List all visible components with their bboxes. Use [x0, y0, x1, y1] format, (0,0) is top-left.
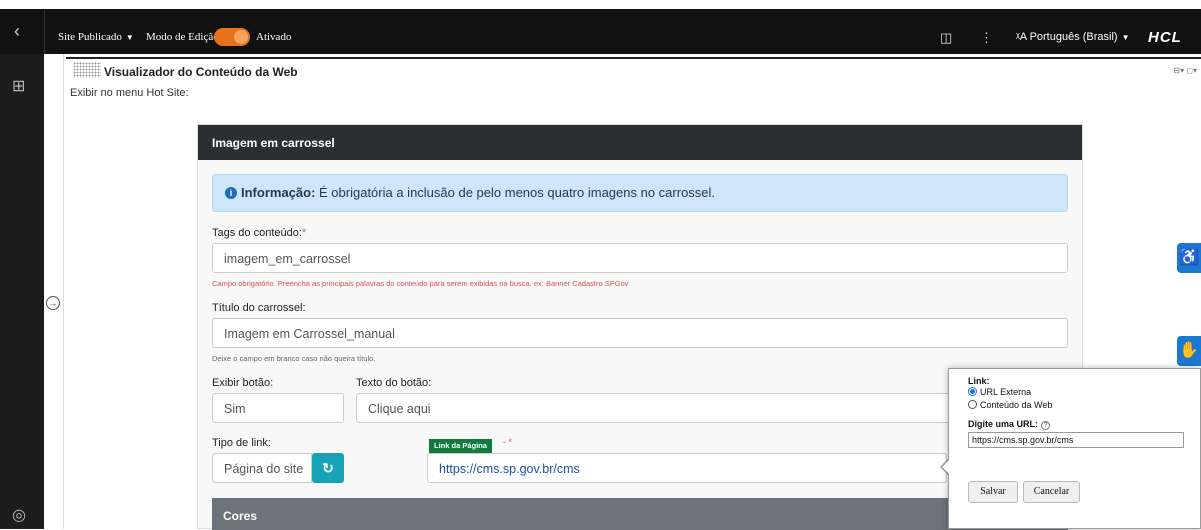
- translate-icon: ᵡA: [1016, 31, 1030, 43]
- button-text-label: Texto do botão:: [356, 377, 432, 389]
- portlet-title: Visualizador do Conteúdo da Web: [104, 65, 298, 79]
- url-input[interactable]: https://cms.sp.gov.br/cms: [968, 432, 1184, 448]
- carousel-title-input[interactable]: Imagem em Carrossel_manual: [212, 318, 1068, 348]
- radio-web-content-label: Conteúdo da Web: [980, 400, 1053, 410]
- required-mark: *: [301, 227, 307, 239]
- top-strip: [0, 0, 1201, 9]
- help-icon[interactable]: ?: [1041, 421, 1051, 430]
- tags-label: Tags do conteúdo:*: [212, 227, 306, 239]
- radio-external-url[interactable]: URL Externa: [968, 387, 1031, 397]
- expand-arrow-icon[interactable]: →: [46, 296, 60, 310]
- radio-external-url-label: URL Externa: [980, 387, 1032, 397]
- site-published-dropdown[interactable]: Site Publicado ▼: [58, 31, 134, 43]
- more-vertical-icon[interactable]: ⋮: [980, 30, 993, 46]
- tags-label-text: Tags do conteúdo:: [212, 227, 302, 239]
- page-link-tag: Link da Página: [429, 439, 492, 453]
- url-label: Digite uma URL:?: [968, 419, 1051, 430]
- chevron-down-icon: ▼: [1121, 33, 1130, 42]
- edit-mode-state: Ativado: [256, 31, 292, 43]
- portlet-controls[interactable]: ⊟▾ ◻▾: [1173, 66, 1197, 75]
- add-page-icon[interactable]: ⊞: [12, 76, 25, 96]
- hot-site-label: Exibir no menu Hot Site:: [70, 87, 189, 99]
- sign-language-icon[interactable]: ✋: [1177, 336, 1201, 366]
- toolbar-divider: [44, 9, 45, 54]
- cancel-button[interactable]: Cancelar: [1023, 481, 1080, 503]
- popup-pointer-inner: [942, 460, 949, 474]
- chevron-down-icon: ▼: [125, 33, 134, 42]
- edit-mode-label: Modo de Edição:: [146, 31, 222, 43]
- tags-input[interactable]: imagem_em_carrossel: [212, 243, 1068, 273]
- carousel-title-label: Título do carrossel:: [212, 302, 306, 314]
- colors-section-header[interactable]: Cores: [212, 498, 1068, 530]
- radio-web-content[interactable]: Conteúdo da Web: [968, 400, 1052, 410]
- radio-unselected-icon: [968, 400, 977, 409]
- edit-mode-toggle[interactable]: [214, 28, 250, 46]
- carousel-title-hint: Deixe o campo em branco caso não queira …: [212, 354, 376, 363]
- left-rail: ⊞ ◎: [0, 54, 44, 529]
- show-button-input[interactable]: Sim: [212, 393, 344, 423]
- page-link-input[interactable]: https://cms.sp.gov.br/cms: [427, 453, 947, 483]
- tags-hint: Campo obrigatório. Preencha as principai…: [212, 279, 629, 288]
- info-bold: Informação:: [241, 185, 316, 200]
- back-chevron-icon[interactable]: ‹: [14, 21, 20, 42]
- help-lifebuoy-icon[interactable]: ◎: [12, 505, 26, 525]
- info-text: É obrigatória a inclusão de pelo menos q…: [315, 185, 716, 200]
- language-label: Português (Brasil): [1029, 31, 1118, 43]
- toggle-knob: [234, 30, 248, 44]
- url-label-text: Digite uma URL:: [968, 419, 1039, 429]
- info-icon: i: [225, 187, 237, 199]
- show-button-label: Exibir botão:: [212, 377, 274, 389]
- accessibility-icon[interactable]: ♿: [1177, 243, 1201, 273]
- radio-selected-icon: [968, 387, 977, 396]
- hcl-logo: HCL: [1148, 29, 1182, 46]
- info-alert: i Informação: É obrigatória a inclusão de…: [212, 174, 1068, 212]
- site-published-label: Site Publicado: [58, 31, 122, 43]
- language-selector[interactable]: ᵡA Português (Brasil) ▼: [1016, 31, 1130, 43]
- link-type-label: Tipo de link:: [212, 437, 271, 449]
- layout-icon[interactable]: ◫: [940, 30, 952, 46]
- popup-link-label-text: Link:: [968, 376, 990, 386]
- save-button[interactable]: Salvar: [968, 481, 1018, 503]
- link-type-input[interactable]: Página do site: [212, 453, 312, 483]
- panel-title: Imagem em carrossel: [198, 125, 1082, 160]
- popup-link-label: Link:: [968, 376, 990, 386]
- edit-toolbar: ‹ Site Publicado ▼ Modo de Edição: Ativad…: [0, 9, 1201, 54]
- required-mark: - *: [503, 437, 512, 447]
- portlet-header: Visualizador do Conteúdo da Web ⊟▾ ◻▾: [66, 57, 1201, 81]
- drag-handle-icon[interactable]: [73, 62, 101, 78]
- side-edge: →: [44, 54, 64, 529]
- refresh-icon[interactable]: ↻: [312, 453, 344, 483]
